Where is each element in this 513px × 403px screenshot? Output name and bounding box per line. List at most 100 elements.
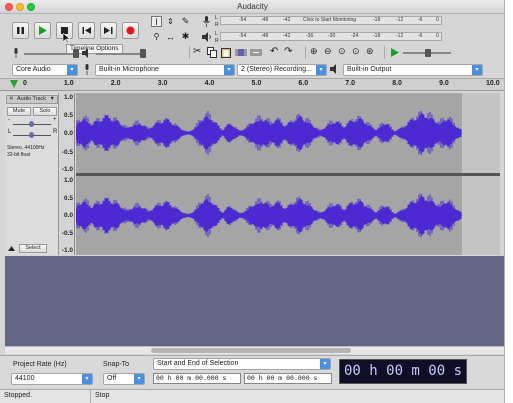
trim-icon[interactable] <box>235 47 247 58</box>
ruler-tick-label: 10.0 <box>486 80 500 87</box>
scale-label: -0.5 <box>61 230 73 237</box>
chevron-down-icon: ▾ <box>134 374 144 384</box>
play-meter-tick: -42 <box>283 33 291 39</box>
pan-right-label: R <box>53 129 58 135</box>
waveform-right-channel[interactable] <box>75 176 462 255</box>
pan-slider-thumb[interactable] <box>29 132 34 138</box>
selection-start-time[interactable]: 00 h 00 m 00.000 s <box>153 373 241 384</box>
empty-track-area[interactable] <box>5 256 504 346</box>
record-button[interactable] <box>122 22 139 39</box>
zoom-in-icon[interactable]: ⊕ <box>310 46 318 57</box>
record-volume-slider[interactable] <box>24 53 78 55</box>
time-shift-tool-button[interactable]: ↔ <box>165 31 176 42</box>
chevron-down-icon: ▾ <box>316 65 326 75</box>
fit-selection-icon[interactable]: ⊙ <box>338 46 346 57</box>
speaker-icon <box>202 32 211 42</box>
track-name[interactable]: Audio Track <box>17 96 46 103</box>
horizontal-scrollbar[interactable] <box>5 346 504 354</box>
redo-icon[interactable]: ↷ <box>284 46 292 57</box>
scale-label: 0.0 <box>63 212 73 219</box>
zoom-out-icon[interactable]: ⊖ <box>324 46 332 57</box>
timeline-options-arrow-icon[interactable] <box>10 80 18 89</box>
play-meter-left-label: L <box>215 31 218 37</box>
snap-to-select[interactable]: Off ▾ <box>103 373 145 385</box>
record-meter-tick: -18 <box>373 17 381 23</box>
ruler-tick-label: 1.0 <box>63 80 74 87</box>
output-device-select[interactable]: Built-in Output ▾ <box>343 64 483 76</box>
mute-button[interactable]: Mute <box>7 107 31 116</box>
ruler-tick-label: 7.0 <box>345 80 356 87</box>
play-button[interactable] <box>34 22 51 39</box>
paste-icon[interactable] <box>221 47 231 58</box>
playback-meter[interactable]: -54 -48 -42 -36 -30 -24 -18 -12 -6 0 <box>220 32 442 41</box>
audio-host-select[interactable]: Core Audio ▾ <box>12 64 78 76</box>
selection-end-time[interactable]: 00 h 00 m 00.000 s <box>244 373 332 384</box>
envelope-tool-button[interactable]: ⇕ <box>165 16 176 27</box>
ruler-tick-label: 2.0 <box>110 80 121 87</box>
play-meter-tick: -30 <box>328 33 336 39</box>
project-rate-select[interactable]: 44100 ▾ <box>11 373 93 385</box>
waveform-left-channel[interactable] <box>75 93 462 173</box>
track-control-panel: ✕ Audio Track ▼ Mute Solo - + L R Stereo… <box>5 93 59 255</box>
cut-icon[interactable]: ✂ <box>193 46 201 57</box>
envelope-icon: ⇕ <box>167 17 174 26</box>
skip-to-start-icon <box>82 27 91 34</box>
record-volume-thumb[interactable] <box>73 49 79 58</box>
edit-toolbar: ✂ ↶ ↷ <box>189 46 299 59</box>
i-beam-icon: I <box>155 16 158 27</box>
solo-button[interactable]: Solo <box>33 107 57 116</box>
window-title: Audacity <box>237 2 268 11</box>
record-meter[interactable]: -54 -48 -42 Click to Start Monitoring -1… <box>220 16 442 25</box>
record-meter-tick: -6 <box>418 17 423 23</box>
status-action: Stop <box>95 392 110 399</box>
record-meter-tick: 0 <box>436 17 439 23</box>
close-track-icon[interactable]: ✕ <box>9 96 14 103</box>
audio-position-display[interactable]: 00 h 00 m 00 s <box>339 359 467 384</box>
waveform-right-empty[interactable] <box>462 176 500 255</box>
track-name-bar[interactable]: ✕ Audio Track ▼ <box>6 95 58 104</box>
horizontal-scrollbar-thumb[interactable] <box>151 348 351 353</box>
zoom-tool-button[interactable]: ⚲ <box>151 31 162 42</box>
input-channels-select[interactable]: 2 (Stereo) Recording... ▾ <box>237 64 327 76</box>
play-meter-tick: -54 <box>239 33 247 39</box>
collapse-track-icon[interactable] <box>8 246 15 251</box>
draw-tool-button[interactable]: ✎ <box>180 16 191 27</box>
playback-volume-slider[interactable] <box>96 53 146 55</box>
copy-icon[interactable] <box>207 47 217 58</box>
play-at-speed-icon[interactable] <box>390 48 399 57</box>
multi-tool-button[interactable]: ✱ <box>180 31 191 42</box>
playback-volume-thumb[interactable] <box>140 49 146 58</box>
ruler-tick-label: 0 <box>23 80 27 87</box>
play-meter-tick: -24 <box>351 33 359 39</box>
record-meter-tick: -12 <box>396 17 404 23</box>
scale-label: 0.5 <box>63 195 73 202</box>
skip-to-start-button[interactable] <box>78 22 95 39</box>
magnifier-icon: ⚲ <box>153 32 160 41</box>
record-meter-tick: -42 <box>283 17 291 23</box>
time-shift-icon: ↔ <box>166 31 175 42</box>
play-meter-tick: -18 <box>373 33 381 39</box>
gain-slider-thumb[interactable] <box>29 121 34 127</box>
undo-icon[interactable]: ↶ <box>270 46 278 57</box>
fit-project-icon[interactable]: ⊙ <box>352 46 360 57</box>
record-icon <box>126 26 135 35</box>
input-device-select[interactable]: Built-in Microphone ▾ <box>95 64 235 76</box>
record-meter-tick: -48 <box>261 17 269 23</box>
track-menu-chevron-icon[interactable]: ▼ <box>50 96 55 103</box>
play-meter-right-label: R <box>215 38 219 44</box>
waveform-left-empty[interactable] <box>462 93 500 173</box>
record-meter-tick: -54 <box>239 17 247 23</box>
ruler-tick-label: 3.0 <box>157 80 168 87</box>
selection-tool-button[interactable]: I <box>151 16 162 27</box>
scale-label: 1.0 <box>63 94 73 101</box>
select-track-button[interactable]: Select <box>19 244 47 253</box>
ruler-tick-label: 9.0 <box>439 80 449 87</box>
skip-to-end-button[interactable] <box>100 22 117 39</box>
play-speed-thumb[interactable] <box>425 49 431 57</box>
selection-mode-select[interactable]: Start and End of Selection ▾ <box>153 358 331 370</box>
silence-icon[interactable] <box>250 47 262 58</box>
play-meter-tick: -36 <box>306 33 314 39</box>
pan-left-label: L <box>8 129 12 135</box>
pause-button[interactable] <box>12 22 29 39</box>
zoom-toggle-icon[interactable]: ⊛ <box>366 46 374 57</box>
